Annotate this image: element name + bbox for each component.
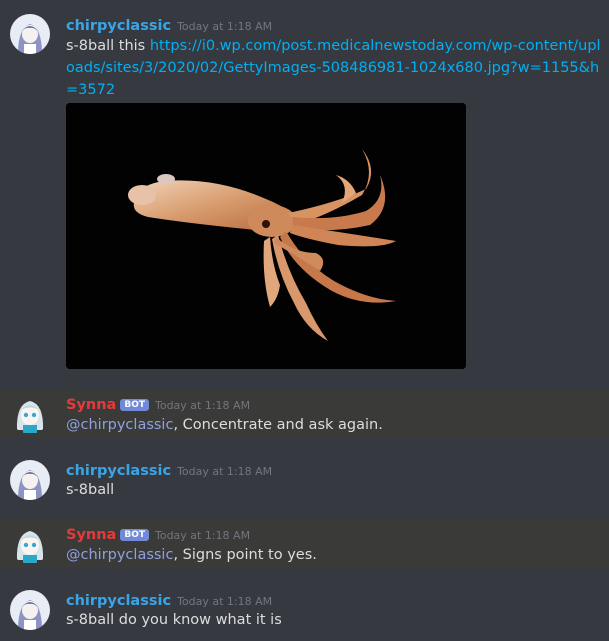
- username[interactable]: chirpyclassic: [66, 18, 171, 34]
- message-text: s-8ball do you know what it is: [66, 612, 282, 628]
- message-chirpyclassic-3: chirpyclassic Today at 1:18 AM s-8ball do…: [0, 578, 609, 641]
- message-text: s-8ball this: [66, 38, 150, 54]
- message-text: , Signs point to yes.: [173, 547, 317, 563]
- avatar[interactable]: [10, 14, 50, 54]
- user-mention[interactable]: @chirpyclassic: [66, 417, 173, 433]
- username[interactable]: chirpyclassic: [66, 463, 171, 479]
- avatar-bot-icon: [10, 394, 50, 434]
- avatar-user-icon: [10, 590, 50, 630]
- username[interactable]: chirpyclassic: [66, 593, 171, 609]
- message-content: s-8ball do you know what it is: [66, 609, 601, 631]
- user-mention[interactable]: @chirpyclassic: [66, 547, 173, 563]
- image-attachment[interactable]: [66, 103, 466, 369]
- message-chirpyclassic-2: chirpyclassic Today at 1:18 AM s-8ball: [0, 448, 609, 512]
- message-chirpyclassic-1: chirpyclassic Today at 1:18 AM s-8ball th…: [0, 0, 609, 380]
- avatar[interactable]: [10, 524, 50, 564]
- timestamp[interactable]: Today at 1:18 AM: [155, 529, 250, 542]
- avatar[interactable]: [10, 460, 50, 500]
- message-content: s-8ball: [66, 479, 601, 501]
- message-text: s-8ball: [66, 482, 115, 498]
- avatar-bot-icon: [10, 524, 50, 564]
- timestamp[interactable]: Today at 1:18 AM: [177, 20, 272, 33]
- message-synna-2: Synna BOT Today at 1:18 AM @chirpyclassic,…: [0, 520, 609, 568]
- message-synna-1: Synna BOT Today at 1:18 AM @chirpyclassic,…: [0, 390, 609, 438]
- message-content: @chirpyclassic, Concentrate and ask agai…: [66, 414, 601, 436]
- avatar[interactable]: [10, 590, 50, 630]
- timestamp[interactable]: Today at 1:18 AM: [177, 465, 272, 478]
- message-text: , Concentrate and ask again.: [173, 417, 383, 433]
- message-content: s-8ball this https://i0.wp.com/post.medi…: [66, 35, 601, 101]
- avatar-user-icon: [10, 460, 50, 500]
- bot-badge: BOT: [120, 399, 149, 411]
- message-content: @chirpyclassic, Signs point to yes.: [66, 544, 601, 566]
- avatar[interactable]: [10, 394, 50, 434]
- username[interactable]: Synna: [66, 397, 116, 413]
- username[interactable]: Synna: [66, 527, 116, 543]
- timestamp[interactable]: Today at 1:18 AM: [155, 399, 250, 412]
- squid-image: [66, 103, 466, 369]
- timestamp[interactable]: Today at 1:18 AM: [177, 595, 272, 608]
- bot-badge: BOT: [120, 529, 149, 541]
- avatar-user-icon: [10, 14, 50, 54]
